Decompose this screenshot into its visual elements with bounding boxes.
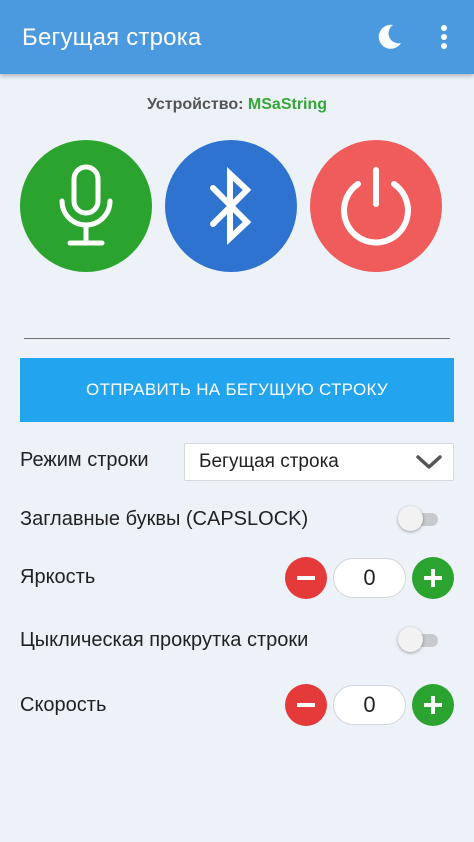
plus-icon bbox=[424, 696, 442, 714]
send-button[interactable]: ОТПРАВИТЬ НА БЕГУЩУЮ СТРОКУ bbox=[20, 358, 454, 422]
toggle-knob bbox=[398, 506, 423, 531]
mode-selected-value: Бегущая строка bbox=[199, 451, 339, 472]
device-status: Устройство: MSaString bbox=[0, 96, 474, 114]
brightness-label: Яркость bbox=[20, 566, 96, 588]
app-title: Бегущая строка bbox=[22, 24, 202, 51]
speed-label: Скорость bbox=[20, 694, 107, 716]
divider bbox=[24, 338, 450, 339]
capslock-label: Заглавные буквы (CAPSLOCK) bbox=[20, 508, 309, 530]
bluetooth-icon bbox=[210, 167, 252, 245]
moon-icon[interactable] bbox=[374, 22, 404, 52]
microphone-button[interactable] bbox=[20, 140, 152, 272]
mode-label: Режим строки bbox=[20, 449, 149, 471]
device-label: Устройство: bbox=[146, 96, 244, 113]
mode-dropdown[interactable]: Бегущая строка bbox=[184, 443, 454, 481]
brightness-decrease-button[interactable] bbox=[285, 557, 327, 599]
device-name: MSaString bbox=[247, 96, 328, 113]
toggle-knob bbox=[398, 627, 423, 652]
power-icon bbox=[341, 167, 411, 246]
minus-icon bbox=[297, 576, 315, 580]
loop-scroll-label: Цыклическая прокрутка строки bbox=[20, 629, 309, 651]
bluetooth-button[interactable] bbox=[165, 140, 297, 272]
power-button[interactable] bbox=[310, 140, 442, 272]
microphone-icon bbox=[59, 164, 113, 246]
brightness-value[interactable]: 0 bbox=[333, 558, 406, 598]
chevron-down-icon bbox=[416, 455, 442, 469]
app-bar: Бегущая строка bbox=[0, 0, 474, 74]
brightness-increase-button[interactable] bbox=[412, 557, 454, 599]
plus-icon bbox=[424, 569, 442, 587]
speed-increase-button[interactable] bbox=[412, 684, 454, 726]
speed-decrease-button[interactable] bbox=[285, 684, 327, 726]
more-vert-icon[interactable] bbox=[430, 22, 458, 52]
loop-scroll-toggle[interactable] bbox=[398, 627, 440, 653]
capslock-toggle[interactable] bbox=[398, 506, 440, 532]
minus-icon bbox=[297, 703, 315, 707]
speed-value[interactable]: 0 bbox=[333, 685, 406, 725]
